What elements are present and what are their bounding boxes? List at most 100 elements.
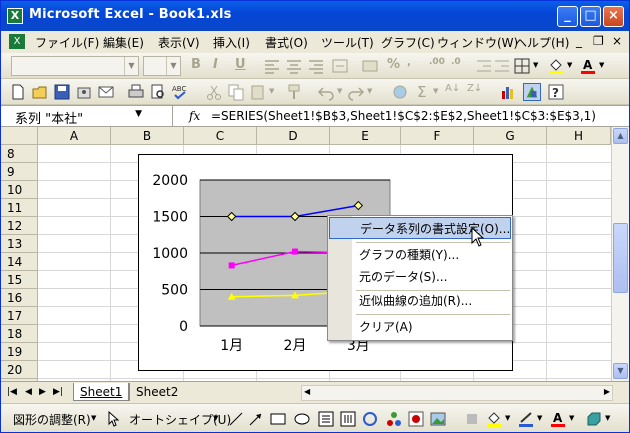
chevron-down-icon[interactable]: ▼	[367, 87, 372, 95]
menu-chart[interactable]: グラフ(C)	[381, 34, 435, 51]
fx-icon[interactable]: fx	[189, 109, 200, 123]
menu-tools[interactable]: ツール(T)	[321, 34, 374, 51]
row-header[interactable]: 10	[1, 181, 38, 199]
diagram-icon[interactable]	[385, 410, 403, 428]
select-all-corner[interactable]	[1, 127, 38, 145]
print-preview-icon[interactable]	[149, 83, 167, 101]
undo-icon[interactable]	[317, 83, 335, 101]
chevron-down-icon[interactable]: ▼	[337, 87, 342, 95]
chevron-down-icon[interactable]: ▼	[537, 414, 542, 422]
menu-item-clear[interactable]: クリア(A)	[329, 316, 511, 338]
menu-file[interactable]: ファイル(F)	[35, 34, 99, 51]
scroll-down-icon[interactable]: ▼	[613, 363, 628, 379]
new-document-icon[interactable]	[9, 83, 27, 101]
workbook-icon[interactable]: X	[9, 34, 25, 49]
menu-edit[interactable]: 編集(E)	[103, 34, 144, 51]
excel-app-icon[interactable]: X	[7, 8, 23, 24]
column-header-f[interactable]: F	[401, 127, 474, 145]
align-left-icon[interactable]	[263, 57, 281, 75]
worksheet-grid[interactable]: A B C D E F G H 8 9 10 11 12 13 14 15 16…	[1, 127, 611, 381]
first-sheet-icon[interactable]: |◀	[7, 387, 17, 397]
vertical-text-box-icon[interactable]	[339, 410, 357, 428]
column-header-h[interactable]: H	[547, 127, 611, 145]
line-tool-icon[interactable]	[227, 410, 245, 428]
name-box[interactable]: 系列 "本社" ▼	[1, 106, 173, 127]
column-header-a[interactable]: A	[38, 127, 111, 145]
doc-restore-button[interactable]: ❐	[593, 34, 604, 48]
rectangle-tool-icon[interactable]	[269, 410, 287, 428]
chevron-down-icon[interactable]: ▼	[605, 414, 610, 422]
shadow-icon[interactable]	[463, 410, 481, 428]
text-box-icon[interactable]	[317, 410, 335, 428]
row-header[interactable]: 9	[1, 163, 38, 181]
horizontal-scrollbar[interactable]: ◀ ▶	[301, 385, 613, 401]
row-header[interactable]: 15	[1, 271, 38, 289]
next-sheet-icon[interactable]: ▶	[39, 387, 46, 397]
menu-item-source-data[interactable]: 元のデータ(S)...	[329, 266, 511, 288]
sort-ascending-icon[interactable]: A↓	[445, 83, 463, 101]
chevron-down-icon[interactable]: ▼	[567, 61, 572, 69]
picture-icon[interactable]	[429, 410, 447, 428]
menu-item-chart-type[interactable]: グラフの種類(Y)...	[329, 244, 511, 266]
row-header[interactable]: 17	[1, 307, 38, 325]
spelling-icon[interactable]: ABC	[171, 83, 189, 101]
menu-format[interactable]: 書式(O)	[265, 34, 308, 51]
permission-icon[interactable]	[75, 83, 93, 101]
redo-icon[interactable]	[347, 83, 365, 101]
close-button[interactable]: ×	[603, 6, 624, 27]
column-header-g[interactable]: G	[474, 127, 547, 145]
chevron-down-icon[interactable]: ▼	[569, 414, 574, 422]
row-header[interactable]: 16	[1, 289, 38, 307]
prev-sheet-icon[interactable]: ◀	[25, 387, 32, 397]
chevron-down-icon[interactable]: ▼	[124, 57, 138, 75]
chevron-down-icon[interactable]: ▼	[166, 57, 180, 75]
percent-icon[interactable]: %	[387, 57, 405, 75]
row-header[interactable]: 13	[1, 235, 38, 253]
fill-color-icon[interactable]	[485, 410, 503, 428]
scroll-left-icon[interactable]: ◀	[304, 387, 310, 396]
font-color-icon[interactable]: A	[579, 57, 597, 75]
3d-style-icon[interactable]	[585, 410, 603, 428]
sheet-tab-sheet2[interactable]: Sheet2	[129, 383, 184, 401]
row-header[interactable]: 19	[1, 343, 38, 361]
minimize-button[interactable]: _	[557, 6, 578, 27]
hyperlink-icon[interactable]	[391, 83, 409, 101]
sheet-tab-sheet1[interactable]: Sheet1	[73, 383, 130, 401]
draw-menu-button[interactable]: 図形の調整(R)	[13, 411, 91, 428]
open-folder-icon[interactable]	[31, 83, 49, 101]
copy-icon[interactable]	[227, 83, 245, 101]
chart-wizard-icon[interactable]	[499, 83, 517, 101]
row-header[interactable]: 18	[1, 325, 38, 343]
column-header-e[interactable]: E	[330, 127, 401, 145]
cut-icon[interactable]	[205, 83, 223, 101]
clip-art-icon[interactable]	[407, 410, 425, 428]
font-name-combo[interactable]: ▼	[11, 56, 139, 76]
borders-icon[interactable]	[513, 57, 531, 75]
fill-color-icon[interactable]	[547, 57, 565, 75]
title-bar[interactable]: X Microsoft Excel - Book1.xls _ □ ×	[1, 1, 629, 31]
chevron-down-icon[interactable]: ▼	[533, 61, 538, 69]
bold-icon[interactable]: B	[191, 57, 209, 75]
row-header[interactable]: 20	[1, 361, 38, 379]
arrow-tool-icon[interactable]	[247, 410, 265, 428]
italic-icon[interactable]: I	[213, 57, 231, 75]
doc-close-button[interactable]: ×	[612, 34, 622, 48]
column-header-c[interactable]: C	[184, 127, 257, 145]
row-header[interactable]: 12	[1, 217, 38, 235]
font-color-icon[interactable]: A	[549, 410, 567, 428]
last-sheet-icon[interactable]: ▶|	[53, 387, 63, 397]
row-header[interactable]: 8	[1, 145, 38, 163]
scroll-up-icon[interactable]: ▲	[613, 128, 628, 144]
sort-descending-icon[interactable]: Z↓	[467, 83, 485, 101]
oval-tool-icon[interactable]	[293, 410, 311, 428]
comma-icon[interactable]: ,	[407, 57, 425, 75]
chevron-down-icon[interactable]: ▼	[505, 414, 510, 422]
format-painter-icon[interactable]	[285, 83, 303, 101]
currency-icon[interactable]	[361, 57, 379, 75]
chevron-down-icon[interactable]: ▼	[269, 87, 274, 95]
chevron-down-icon[interactable]: ▼	[599, 61, 604, 69]
vertical-scrollbar[interactable]: ▲ ▼	[611, 127, 629, 381]
align-center-icon[interactable]	[285, 57, 303, 75]
paste-icon[interactable]	[249, 83, 267, 101]
maximize-button[interactable]: □	[580, 6, 601, 27]
